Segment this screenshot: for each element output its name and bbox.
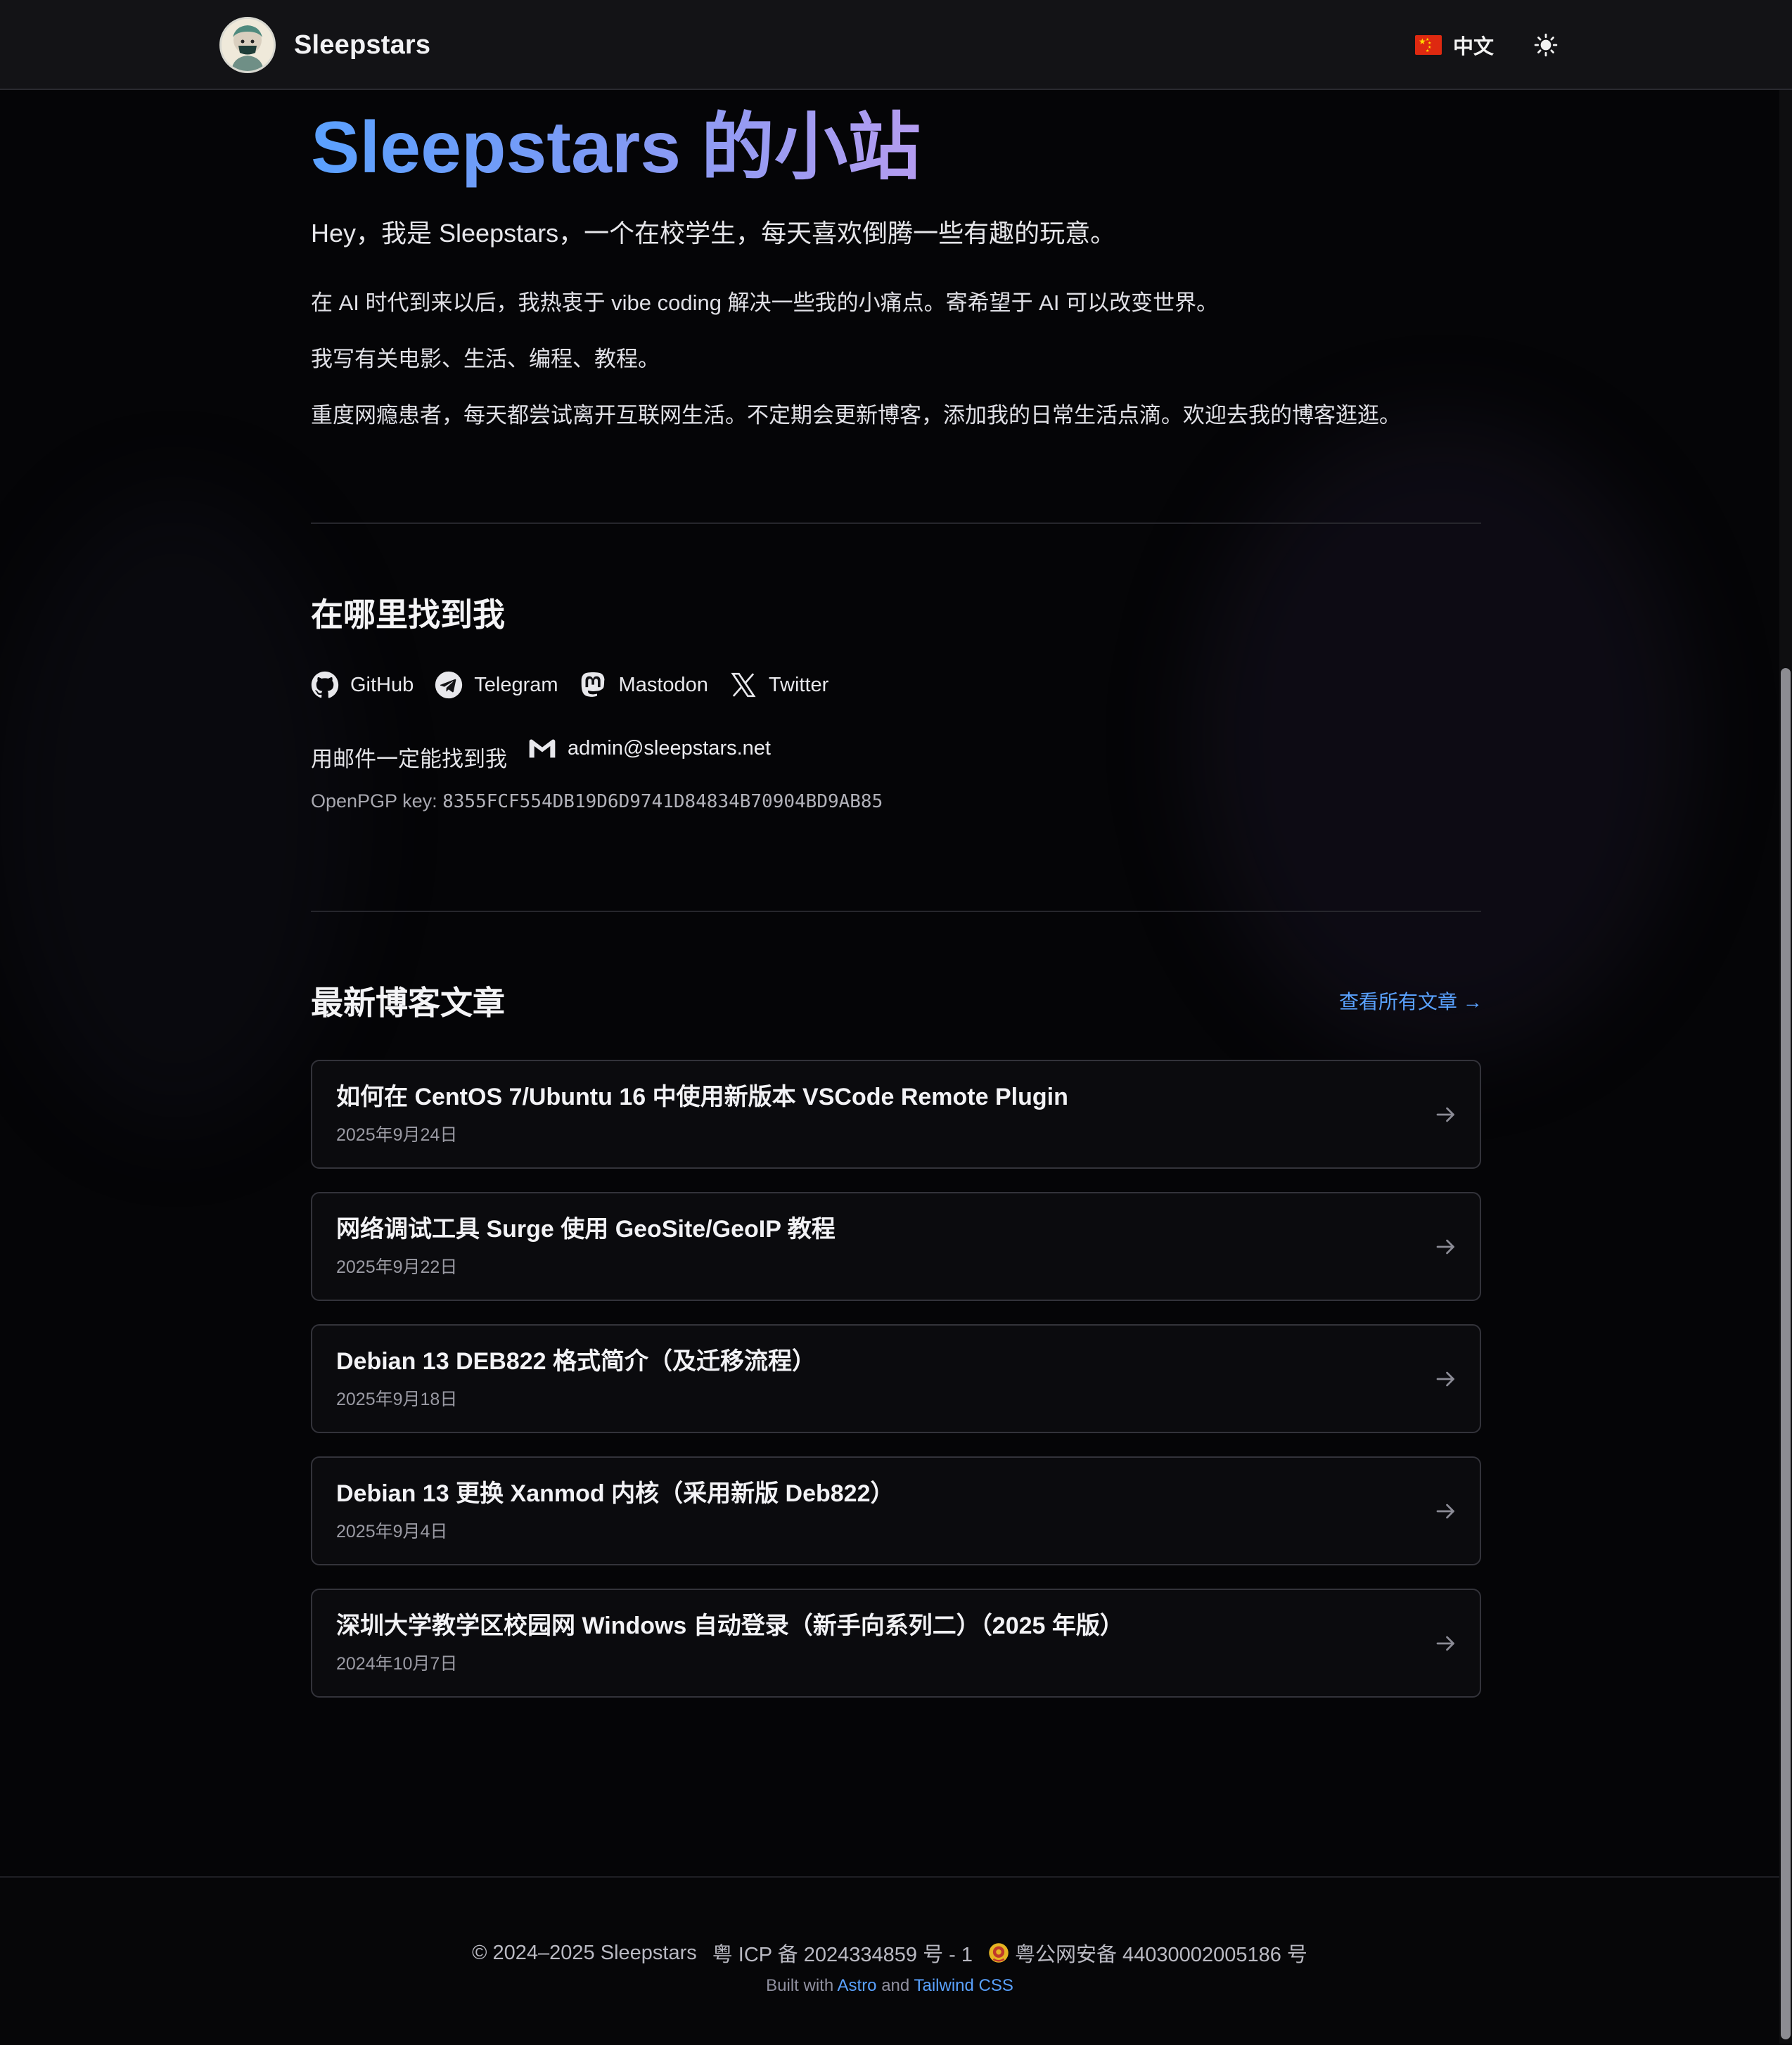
email-row: 用邮件一定能找到我 admin@sleepstars.net bbox=[311, 731, 771, 771]
section-divider bbox=[311, 523, 1481, 524]
post-date: 2025年9月24日 bbox=[336, 1125, 458, 1145]
post-card[interactable]: 如何在 CentOS 7/Ubuntu 16 中使用新版本 VSCode Rem… bbox=[311, 1060, 1481, 1169]
icp-link[interactable]: 粤 ICP 备 2024334859 号 - 1 bbox=[712, 1938, 973, 1968]
github-label: GitHub bbox=[350, 673, 414, 696]
twitter-label: Twitter bbox=[768, 673, 829, 696]
post-date: 2025年9月22日 bbox=[336, 1257, 458, 1277]
background-glow bbox=[1196, 422, 1688, 1055]
arrow-right-icon bbox=[1436, 1107, 1454, 1122]
view-all-posts-link[interactable]: 查看所有文章 → bbox=[1339, 987, 1483, 1017]
top-navbar: Sleepstars ★ ★ ★ ★ ★ 中文 bbox=[0, 0, 1792, 90]
gmail-icon bbox=[529, 739, 556, 758]
pgp-key-row: OpenPGP key: 8355FCF554DB19D6D9741D84834… bbox=[311, 790, 883, 812]
arrow-right-icon bbox=[1436, 1504, 1454, 1519]
email-prompt: 用邮件一定能找到我 bbox=[311, 746, 507, 771]
built-with: Built with Astro and Tailwind CSS bbox=[0, 1976, 1779, 1996]
post-title: 深圳大学教学区校园网 Windows 自动登录（新手向系列二）（2025 年版） bbox=[336, 1613, 1124, 1639]
police-record-text: 粤公网安备 44030002005186 号 bbox=[1014, 1944, 1307, 1966]
mastodon-icon bbox=[581, 672, 605, 697]
intro-lead: Hey，我是 Sleepstars，一个在校学生，每天喜欢倒腾一些有趣的玩意。 bbox=[311, 219, 1116, 248]
telegram-link[interactable]: Telegram bbox=[435, 671, 558, 699]
home-link[interactable]: Sleepstars bbox=[219, 15, 430, 75]
email-address: admin@sleepstars.net bbox=[568, 736, 771, 759]
language-switcher[interactable]: ★ ★ ★ ★ ★ 中文 bbox=[1415, 28, 1494, 62]
telegram-label: Telegram bbox=[474, 673, 558, 696]
site-name: Sleepstars bbox=[294, 30, 431, 60]
arrow-right-icon bbox=[1436, 1371, 1454, 1387]
tailwind-link[interactable]: Tailwind CSS bbox=[914, 1976, 1013, 1995]
and-text: and bbox=[881, 1976, 910, 1995]
intro-paragraph: 重度网瘾患者，每天都尝试离开互联网生活。不定期会更新博客，添加我的日常生活点滴。… bbox=[311, 403, 1401, 428]
post-card[interactable]: Debian 13 更换 Xanmod 内核（采用新版 Deb822） 2025… bbox=[311, 1456, 1481, 1565]
page-title: Sleepstars 的小站 bbox=[311, 107, 921, 188]
post-date: 2025年9月18日 bbox=[336, 1390, 458, 1409]
post-date: 2024年10月7日 bbox=[336, 1654, 458, 1674]
arrow-right-icon bbox=[1436, 1636, 1454, 1651]
astro-link[interactable]: Astro bbox=[838, 1976, 877, 1995]
avatar bbox=[219, 17, 276, 73]
social-links: GitHub Telegram Mastodon Twitter bbox=[311, 668, 828, 702]
pgp-fingerprint: 8355FCF554DB19D6D9741D84834B70904BD9AB85 bbox=[442, 791, 883, 812]
post-title: Debian 13 更换 Xanmod 内核（采用新版 Deb822） bbox=[336, 1480, 895, 1507]
post-card[interactable]: 深圳大学教学区校园网 Windows 自动登录（新手向系列二）（2025 年版）… bbox=[311, 1589, 1481, 1698]
post-title: 如何在 CentOS 7/Ubuntu 16 中使用新版本 VSCode Rem… bbox=[336, 1084, 1068, 1110]
language-label: 中文 bbox=[1453, 36, 1495, 58]
china-flag-icon: ★ ★ ★ ★ ★ bbox=[1415, 35, 1442, 55]
footer: © 2024–2025 Sleepstars 粤 ICP 备 202433485… bbox=[0, 1876, 1779, 2045]
email-link[interactable]: admin@sleepstars.net bbox=[528, 737, 771, 760]
post-title: Debian 13 DEB822 格式简介（及迁移流程） bbox=[336, 1348, 817, 1375]
footer-legal: © 2024–2025 Sleepstars 粤 ICP 备 202433485… bbox=[0, 1938, 1779, 1968]
twitter-link[interactable]: Twitter bbox=[729, 671, 828, 699]
built-with-text: Built with bbox=[766, 1976, 834, 1995]
intro-paragraph: 我写有关电影、生活、编程、教程。 bbox=[311, 347, 660, 371]
find-me-heading: 在哪里找到我 bbox=[311, 596, 505, 633]
github-link[interactable]: GitHub bbox=[311, 671, 414, 699]
intro-paragraph: 在 AI 时代到来以后，我热衷于 vibe coding 解决一些我的小痛点。寄… bbox=[311, 290, 1219, 315]
github-icon bbox=[311, 671, 339, 698]
post-title: 网络调试工具 Surge 使用 GeoSite/GeoIP 教程 bbox=[336, 1216, 836, 1243]
mastodon-link[interactable]: Mastodon bbox=[580, 671, 708, 699]
scrollbar-thumb[interactable] bbox=[1781, 668, 1791, 2039]
police-record-link[interactable]: 粤公网安备 44030002005186 号 bbox=[988, 1938, 1307, 1968]
background-glow bbox=[0, 492, 352, 1125]
theme-toggle-button[interactable] bbox=[1529, 28, 1563, 62]
post-card[interactable]: Debian 13 DEB822 格式简介（及迁移流程） 2025年9月18日 bbox=[311, 1324, 1481, 1433]
sun-icon bbox=[1534, 33, 1558, 57]
pgp-label: OpenPGP key: bbox=[311, 790, 443, 812]
copyright: © 2024–2025 Sleepstars bbox=[472, 1941, 697, 1964]
police-badge-icon bbox=[989, 1943, 1009, 1963]
post-card[interactable]: 网络调试工具 Surge 使用 GeoSite/GeoIP 教程 2025年9月… bbox=[311, 1192, 1481, 1301]
arrow-right-icon bbox=[1436, 1239, 1454, 1255]
latest-posts-heading: 最新博客文章 bbox=[311, 985, 505, 1021]
x-twitter-icon bbox=[731, 672, 756, 698]
mastodon-label: Mastodon bbox=[618, 673, 708, 696]
telegram-icon bbox=[435, 671, 463, 699]
section-divider bbox=[311, 911, 1481, 912]
post-date: 2025年9月4日 bbox=[336, 1522, 448, 1541]
